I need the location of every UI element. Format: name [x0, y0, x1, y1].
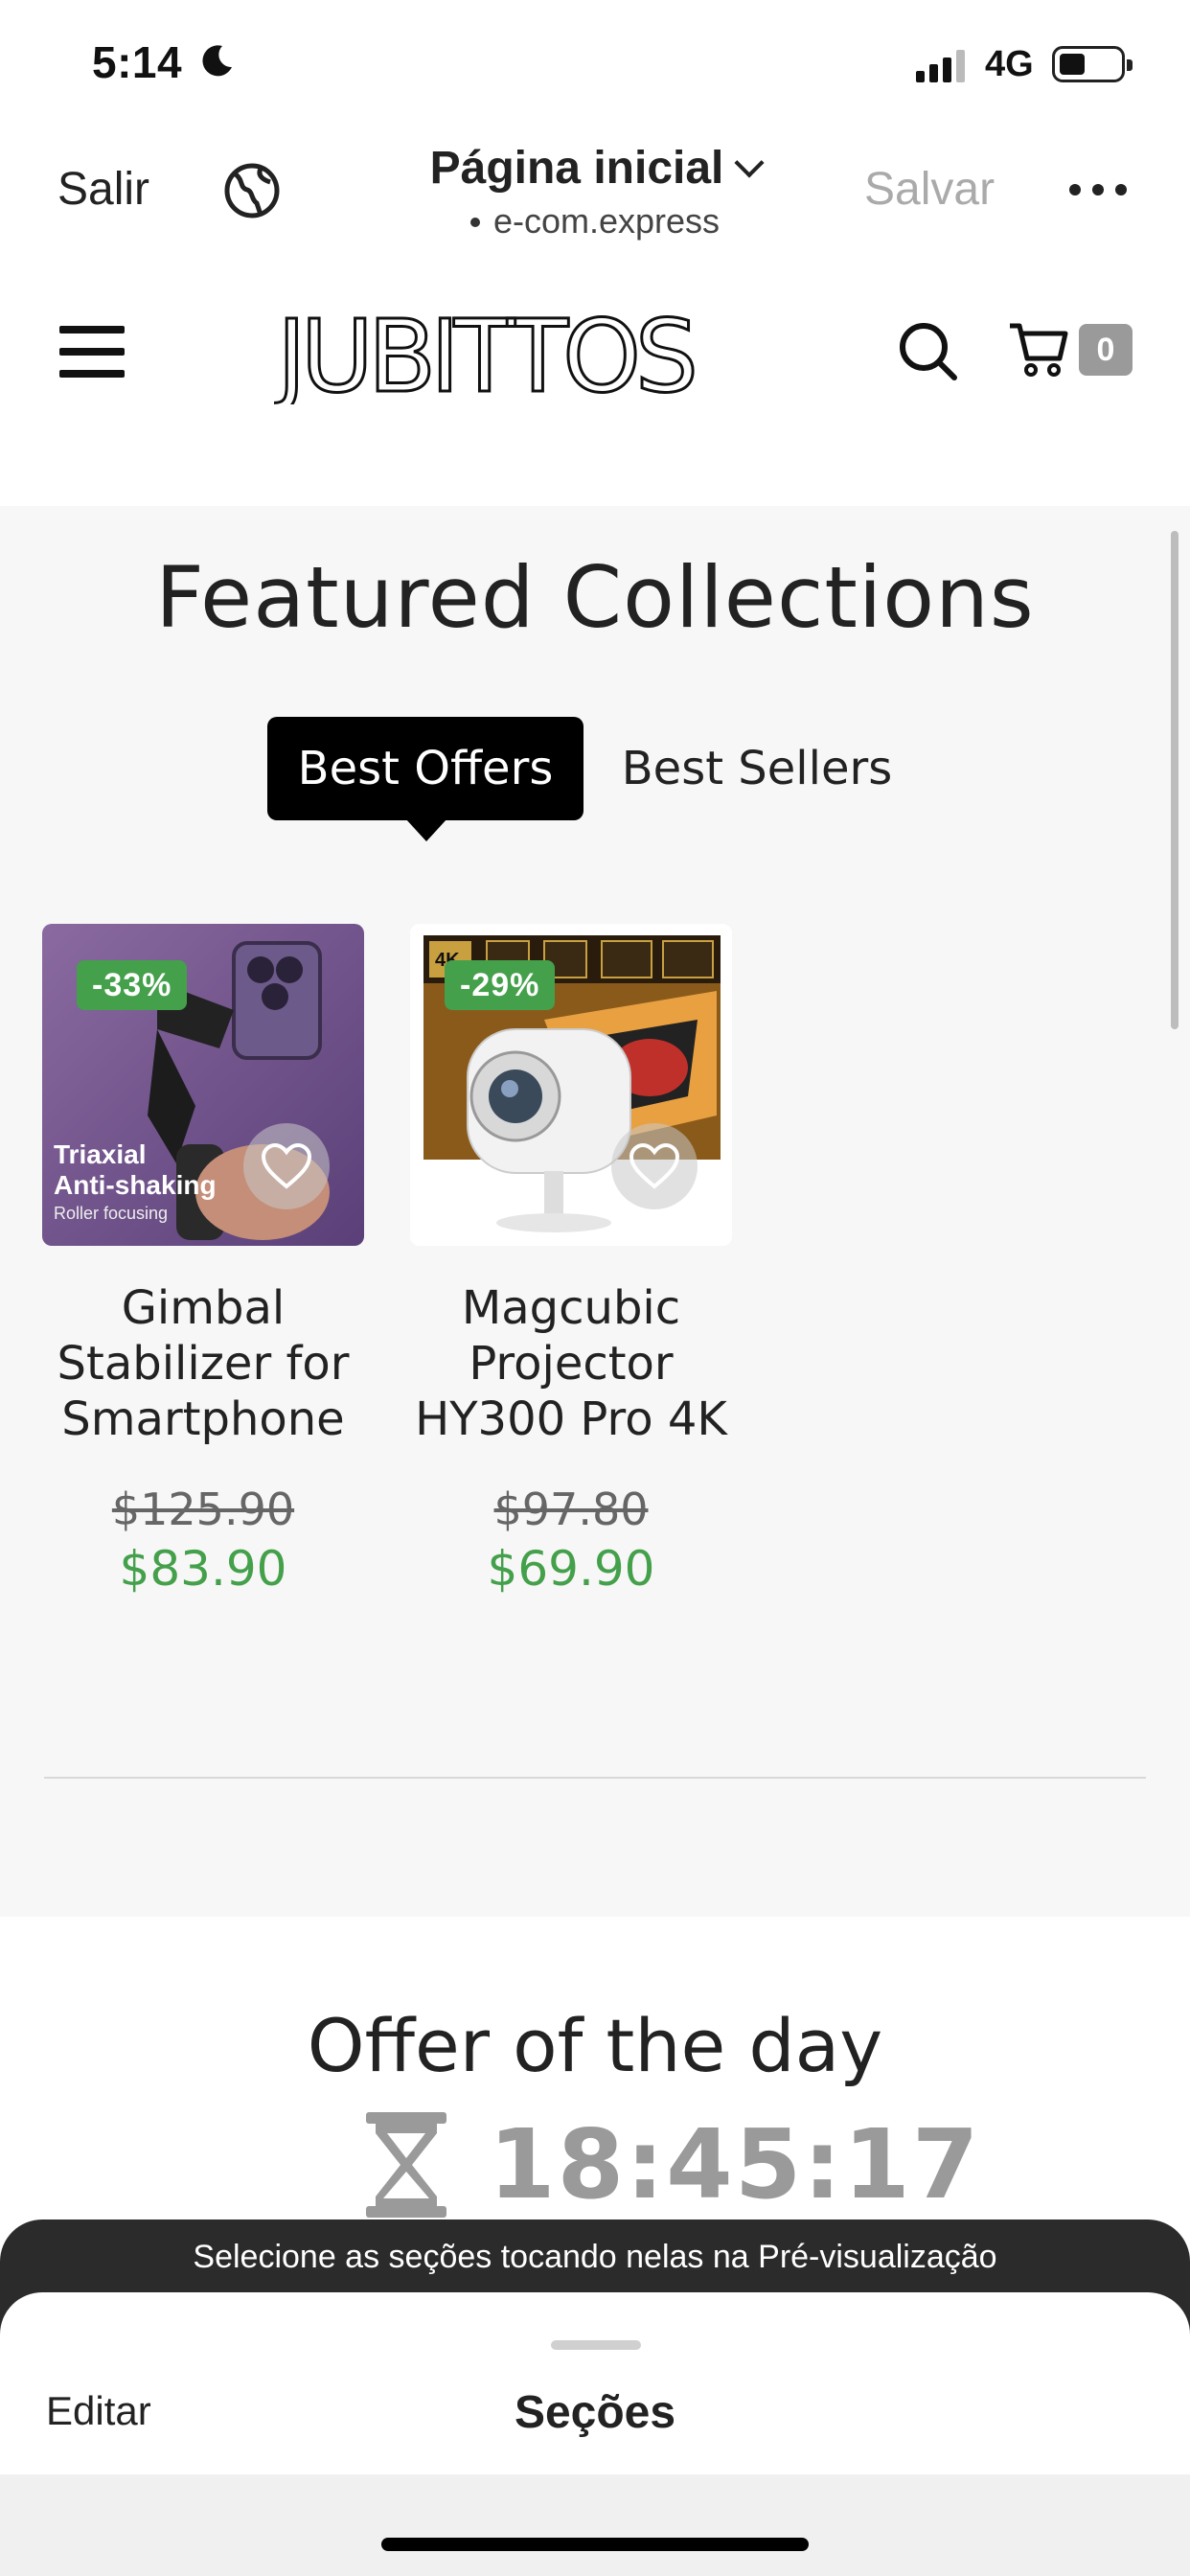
svg-text:Anti-shaking: Anti-shaking: [54, 1170, 217, 1200]
offer-title: Offer of the day: [307, 2003, 883, 2088]
sheet-grabber[interactable]: [551, 2340, 641, 2350]
price-original: $125.90: [111, 1484, 295, 1535]
battery-icon: [1052, 46, 1133, 82]
product-card[interactable]: Triaxial Anti-shaking Roller focusing -3…: [42, 924, 364, 1597]
svg-text:Triaxial: Triaxial: [54, 1139, 147, 1169]
discount-badge: -29%: [445, 960, 556, 1010]
cart-icon[interactable]: [1008, 318, 1069, 380]
domain-text: e-com.express: [492, 201, 721, 241]
site-domain: e-com.express: [0, 201, 1190, 242]
save-button[interactable]: Salvar: [864, 163, 995, 216]
price-sale: $83.90: [119, 1541, 287, 1597]
svg-text:JUBITTOS: JUBITTOS: [274, 309, 694, 404]
heart-icon: [261, 1142, 312, 1189]
price-original: $97.80: [493, 1484, 649, 1535]
scrollbar[interactable]: [1171, 531, 1179, 1029]
hourglass-icon: [366, 2112, 446, 2218]
product-image[interactable]: 4K -29%: [410, 924, 732, 1246]
chevron-down-icon: [734, 148, 765, 178]
page-selector[interactable]: Página inicial: [0, 142, 1190, 195]
status-bar: 5:14 4G: [0, 0, 1190, 134]
section-divider: [44, 1777, 1146, 1779]
signal-icon: [916, 50, 965, 82]
sections-sheet[interactable]: Editar Seções: [0, 2292, 1190, 2474]
store-logo[interactable]: JUBITTOS: [274, 309, 696, 404]
product-name[interactable]: Gimbal Stabilizer for Smartphone: [42, 1280, 364, 1447]
home-indicator[interactable]: [381, 2538, 809, 2551]
section-title: Featured Collections: [155, 548, 1035, 647]
status-time: 5:14: [92, 37, 183, 87]
tab-label: Best Offers: [297, 742, 554, 795]
home-area: [0, 2474, 1190, 2576]
product-image[interactable]: Triaxial Anti-shaking Roller focusing -3…: [42, 924, 364, 1246]
wishlist-button[interactable]: [243, 1123, 330, 1209]
cart-count-badge[interactable]: 0: [1079, 324, 1133, 376]
menu-icon[interactable]: [59, 326, 125, 378]
page-name: Página inicial: [429, 143, 724, 194]
wishlist-button[interactable]: [611, 1123, 698, 1209]
editor-toolbar: Salir Página inicial e-com.express Salva…: [0, 134, 1190, 249]
hint-text: Selecione as seções tocando nelas na Pré…: [193, 2239, 997, 2275]
sheet-title: Seções: [514, 2387, 676, 2438]
tab-best-offers[interactable]: Best Offers: [267, 717, 584, 841]
status-dot: [469, 218, 480, 227]
svg-text:Roller focusing: Roller focusing: [54, 1204, 168, 1223]
price-sale: $69.90: [487, 1541, 655, 1597]
featured-collections-section[interactable]: Featured Collections Best Offers Best Se…: [0, 506, 1190, 1917]
more-icon[interactable]: [1069, 184, 1127, 197]
network-type: 4G: [985, 44, 1034, 84]
store-header: JUBITTOS 0: [0, 249, 1190, 506]
discount-badge: -33%: [77, 960, 188, 1010]
moon-icon: [202, 45, 232, 77]
tab-best-sellers[interactable]: Best Sellers: [613, 717, 901, 820]
product-name[interactable]: Magcubic Projector HY300 Pro 4K: [410, 1280, 732, 1447]
product-card[interactable]: 4K -29% Magcubic Projector HY300 Pro 4K …: [410, 924, 732, 1597]
tab-pointer: [405, 818, 447, 841]
offer-of-the-day-section[interactable]: Offer of the day 18:45:17: [0, 1917, 1190, 2233]
heart-icon: [629, 1142, 680, 1189]
search-icon[interactable]: [897, 320, 960, 383]
countdown-timer: 18:45:17: [489, 2108, 981, 2220]
